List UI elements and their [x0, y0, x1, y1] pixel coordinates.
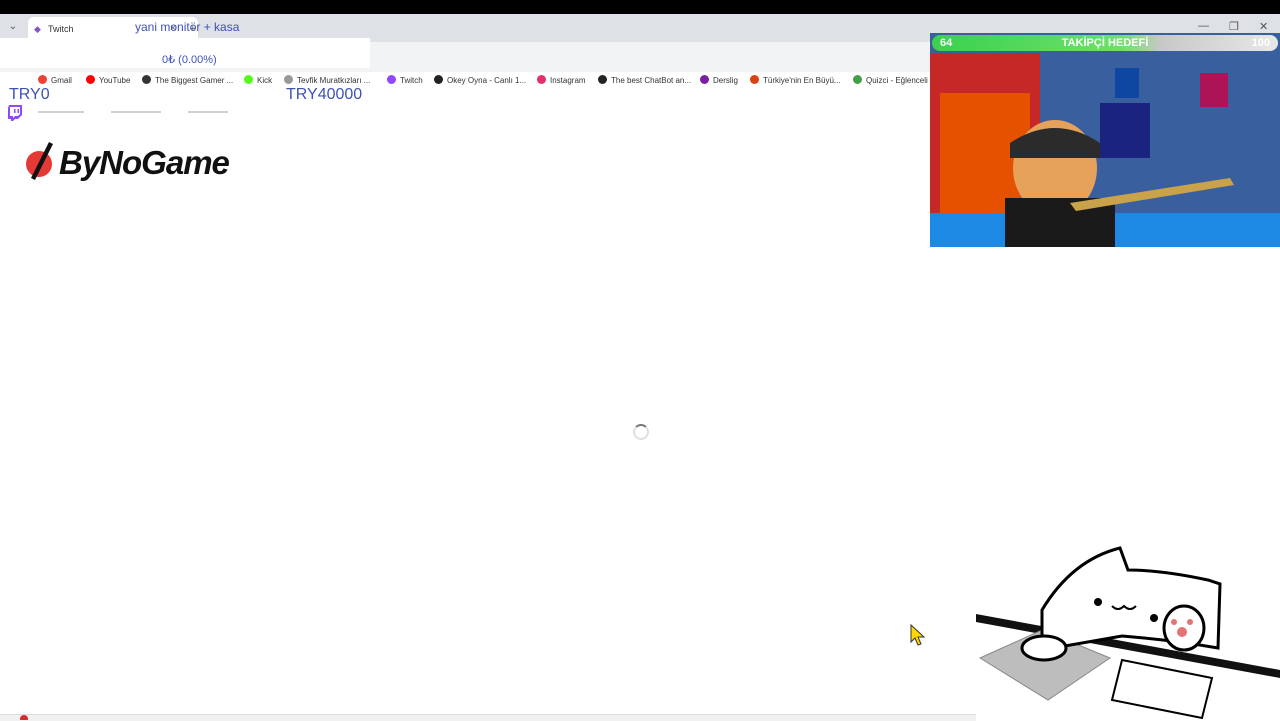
divider	[38, 111, 84, 113]
bookmark-item[interactable]: The best ChatBot an...	[598, 75, 691, 85]
quiz-icon	[853, 75, 862, 84]
divider	[111, 111, 161, 113]
bookmark-item[interactable]: Twitch	[387, 75, 423, 85]
bookmark-item[interactable]: Quizci - Eğlenceli	[853, 75, 928, 85]
goal-title: yani monitör + kasa	[135, 20, 240, 34]
goal-max-label: TRY40000	[286, 86, 363, 103]
follower-target: 100	[1251, 37, 1270, 49]
sponsor-logo-text: ByNoGame	[59, 144, 230, 181]
bynogame-logo-icon	[26, 142, 53, 180]
top-black-bar	[0, 0, 1280, 14]
follower-goal-title: TAKİPÇİ HEDEFİ	[1061, 37, 1149, 49]
derslig-icon	[700, 75, 709, 84]
instagram-icon	[537, 75, 546, 84]
mouse-cursor-icon	[910, 624, 926, 646]
divider	[188, 111, 228, 113]
github-icon	[598, 75, 607, 84]
minimize-icon[interactable]: —	[1198, 20, 1209, 32]
close-window-icon[interactable]: ✕	[1259, 20, 1268, 33]
site-icon	[750, 75, 759, 84]
taskbar-indicator	[20, 715, 28, 720]
webcam-overlay: 64 TAKİPÇİ HEDEFİ 100	[930, 33, 1280, 247]
bookmark-item[interactable]: Derslig	[700, 75, 738, 85]
bongo-cat-overlay	[976, 546, 1280, 720]
okey-icon	[434, 75, 443, 84]
bookmark-item[interactable]: Instagram	[537, 75, 586, 85]
bookmark-item[interactable]: Türkiye'nin En Büyü...	[750, 75, 841, 85]
twitch-icon	[8, 105, 22, 124]
donation-goal-widget: yani monitör + kasa 0₺ (0.00%) TRY0 TRY4…	[0, 18, 370, 121]
goal-min-label: TRY0	[9, 86, 50, 103]
follower-goal-bar: 64 TAKİPÇİ HEDEFİ 100	[932, 35, 1278, 51]
restore-icon[interactable]: ❐	[1229, 20, 1239, 33]
loading-spinner	[633, 424, 649, 440]
bookmark-item[interactable]: Okey Oyna - Canlı 1...	[434, 75, 526, 85]
goal-amount: 0₺ (0.00%)	[162, 54, 217, 66]
webcam-image	[930, 33, 1280, 247]
twitch-icon	[387, 75, 396, 84]
